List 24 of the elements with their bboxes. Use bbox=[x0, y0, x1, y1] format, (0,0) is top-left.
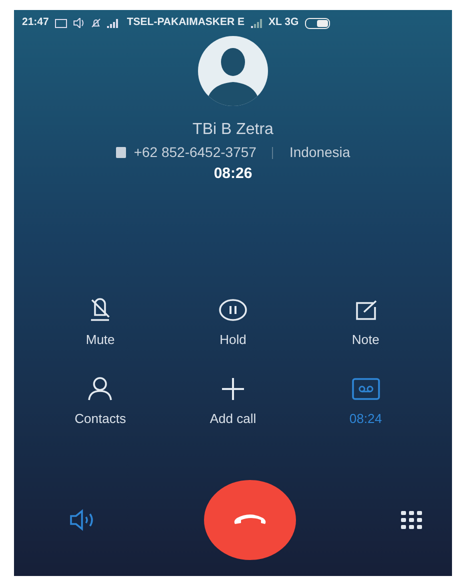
call-action-button[interactable]: Note bbox=[299, 296, 432, 349]
call-action-button[interactable]: 08:24 bbox=[299, 375, 432, 428]
contact-name: TBi B Zetra bbox=[192, 120, 274, 140]
signal-icon bbox=[106, 18, 121, 28]
call-action-button[interactable]: Hold bbox=[166, 296, 300, 349]
call-action-button[interactable]: Contacts bbox=[34, 375, 167, 428]
sim-icon bbox=[116, 147, 126, 158]
call-action-button[interactable]: Mute bbox=[34, 296, 167, 349]
battery-icon bbox=[304, 18, 331, 28]
status-time: 21:47 bbox=[22, 15, 49, 30]
keypad-icon bbox=[401, 510, 422, 529]
call-duration: 08:26 bbox=[214, 164, 252, 184]
message-icon bbox=[54, 18, 67, 28]
call-action-button[interactable]: Add call bbox=[166, 375, 300, 428]
avatar-icon bbox=[198, 36, 268, 106]
keypad-button[interactable] bbox=[401, 508, 422, 532]
carrier-name: TSEL-PAKAIMASKER E bbox=[126, 15, 245, 30]
region-label: Indonesia bbox=[289, 143, 350, 162]
carrier-name: XL 3G bbox=[268, 15, 299, 30]
recorder-icon bbox=[350, 375, 381, 403]
muted-bell-icon bbox=[90, 18, 101, 28]
volume-icon bbox=[72, 18, 85, 28]
signal-icon bbox=[250, 18, 263, 28]
phone-number: +62 852-6452-3757 bbox=[134, 143, 256, 162]
